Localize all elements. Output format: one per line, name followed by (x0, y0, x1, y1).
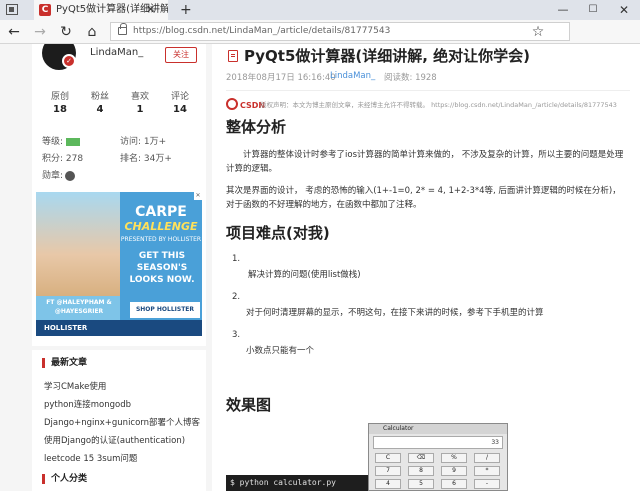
stat-label: 原创 (50, 92, 69, 102)
stat-fans[interactable]: 粉丝 4 (80, 89, 120, 115)
hollister-ad[interactable]: CARPE CHALLENGE PRESENTED BY HOLLISTER G… (36, 192, 202, 336)
list-number: 1. (232, 254, 241, 264)
list-item: 解决计算的问题(使用list做栈) (248, 270, 361, 280)
tab-close-icon[interactable]: ✕ (146, 0, 155, 20)
title-bar: C PyQt5做计算器(详细讲解 ✕ + — ☐ ✕ (0, 0, 640, 20)
back-icon[interactable]: ← (4, 22, 24, 42)
section-heading: 效果图 (226, 396, 272, 414)
recent-article-link[interactable]: 学习CMake使用 (44, 380, 106, 392)
calc-key: - (474, 479, 500, 489)
recent-articles-card: 最新文章 学习CMake使用 python连接mongodb Django+ng… (32, 350, 206, 482)
tab-list-icon[interactable] (6, 4, 18, 15)
calc-key: / (474, 453, 500, 463)
calc-key: 9 (441, 466, 467, 476)
recent-article-link[interactable]: Django+nginx+gunicorn部署个人博客 (44, 416, 200, 428)
calc-key: * (474, 466, 500, 476)
article: PyQt5做计算器(详细讲解, 绝对让你学会) 2018年08月17日 16:1… (212, 44, 640, 491)
stat-value: 18 (53, 104, 67, 115)
calculator-display: 33 (373, 436, 503, 449)
username[interactable]: LindaMan_ (90, 47, 143, 58)
section-heading: 整体分析 (226, 118, 287, 136)
ad-card: CARPE CHALLENGE PRESENTED BY HOLLISTER G… (32, 186, 206, 346)
calc-key: C (375, 453, 401, 463)
stat-likes[interactable]: 喜欢 1 (120, 89, 160, 115)
page-content: ✓ LindaMan_ 关注 原创 18 粉丝 4 喜欢 1 评论 14 等级:… (0, 44, 640, 491)
calc-key: 6 (441, 479, 467, 489)
visits-row: 访问: 1万+ (120, 137, 167, 147)
maximize-icon[interactable]: ☐ (578, 0, 608, 20)
new-tab-icon[interactable]: + (180, 0, 192, 20)
original-article-icon (228, 50, 238, 62)
rank-row: 排名: 34万+ (120, 154, 172, 164)
ad-close-icon[interactable]: ✕ (194, 192, 202, 200)
medal-icon (65, 170, 76, 181)
stat-value: 14 (173, 104, 187, 115)
stat-label: 评论 (170, 92, 189, 102)
categories-card: 个人分类 (32, 466, 206, 491)
stat-label: 粉丝 (90, 92, 109, 102)
calculator-screenshot: Calculator 33 C ⌫ % / 7 8 9 * 4 5 6 - (368, 423, 508, 491)
address-bar[interactable]: https://blog.csdn.net/LindaMan_/article/… (110, 22, 570, 41)
categories-title: 个人分类 (42, 474, 87, 484)
window-close-icon[interactable]: ✕ (608, 0, 640, 20)
calc-key: 5 (408, 479, 434, 489)
level-badge-icon (66, 137, 81, 146)
ad-copy: GET THIS SEASON'S LOOKS NOW. (129, 251, 195, 285)
reload-icon[interactable]: ↻ (56, 22, 76, 42)
forward-icon[interactable]: → (30, 22, 50, 42)
ad-brand: HOLLISTER (36, 320, 202, 336)
stat-original[interactable]: 原创 18 (40, 89, 80, 115)
calculator-title: Calculator (369, 424, 507, 434)
minimize-icon[interactable]: — (548, 0, 578, 20)
calc-key: % (441, 453, 467, 463)
article-date: 2018年08月17日 16:16:40 (226, 73, 336, 83)
ad-featuring: FT @HALEYPHAM & @HAYESGRIER (46, 299, 112, 315)
article-title: PyQt5做计算器(详细讲解, 绝对让你学会) (244, 47, 531, 65)
article-author[interactable]: LindaMan_ (330, 71, 375, 81)
lock-icon (118, 23, 127, 35)
ad-presented-by: PRESENTED BY HOLLISTER (120, 236, 202, 243)
copyright-notice: 版权声明：本文为博主原创文章，未经博主允许不得转载。 https://blog.… (260, 101, 617, 109)
article-reads: 阅读数: 1928 (384, 73, 437, 83)
follow-button[interactable]: 关注 (165, 47, 197, 63)
url-text: https://blog.csdn.net/LindaMan_/article/… (133, 26, 391, 36)
recent-article-link[interactable]: 使用Django的认证(authentication) (44, 434, 185, 446)
stat-value: 1 (136, 104, 144, 115)
home-icon[interactable]: ⌂ (82, 22, 102, 42)
points-row: 积分: 278 (42, 154, 84, 164)
blogger-badge-icon: ✓ (62, 54, 76, 68)
paragraph: 其次是界面的设计， 考虑的恐怖的输入(1+-1=0, 2* = 4, 1+2-3… (226, 186, 621, 210)
list-number: 3. (232, 330, 241, 340)
csdn-favicon-icon: C (39, 4, 51, 16)
section-heading: 项目难点(对我) (226, 224, 330, 242)
divider (226, 90, 630, 91)
navigation-bar: ← → ↻ ⌂ https://blog.csdn.net/LindaMan_/… (0, 20, 640, 44)
terminal-screenshot: $ python calculator.py (226, 475, 376, 491)
ad-shop-button[interactable]: SHOP HOLLISTER (130, 302, 200, 318)
recent-article-link[interactable]: python连接mongodb (44, 398, 131, 410)
list-item: 对于何时清理屏幕的显示，不明这句，在接下来讲的时候，参考下手机里的计算 (246, 308, 544, 318)
calc-key: 7 (375, 466, 401, 476)
calc-key: 8 (408, 466, 434, 476)
ad-subheadline: CHALLENGE (124, 220, 198, 233)
recent-articles-title: 最新文章 (42, 358, 87, 368)
list-item: 小数点只能有一个 (246, 346, 315, 356)
list-number: 2. (232, 292, 241, 302)
stat-label: 喜欢 (130, 92, 149, 102)
level-row: 等级: (42, 134, 81, 147)
medal-row: 勋章: (42, 168, 76, 181)
stat-comments[interactable]: 评论 14 (160, 89, 200, 115)
stat-value: 4 (96, 104, 104, 115)
recent-article-link[interactable]: leetcode 15 3sum问题 (44, 452, 137, 464)
ad-photo (36, 192, 120, 296)
calc-key: 4 (375, 479, 401, 489)
favorite-star-icon[interactable]: ☆ (528, 22, 548, 42)
ad-headline: CARPE (135, 204, 187, 220)
paragraph: 计算器的整体设计时参考了ios计算器的简单计算来做的， 不涉及复杂的计算，所以主… (226, 150, 624, 174)
calc-key: ⌫ (408, 453, 434, 463)
